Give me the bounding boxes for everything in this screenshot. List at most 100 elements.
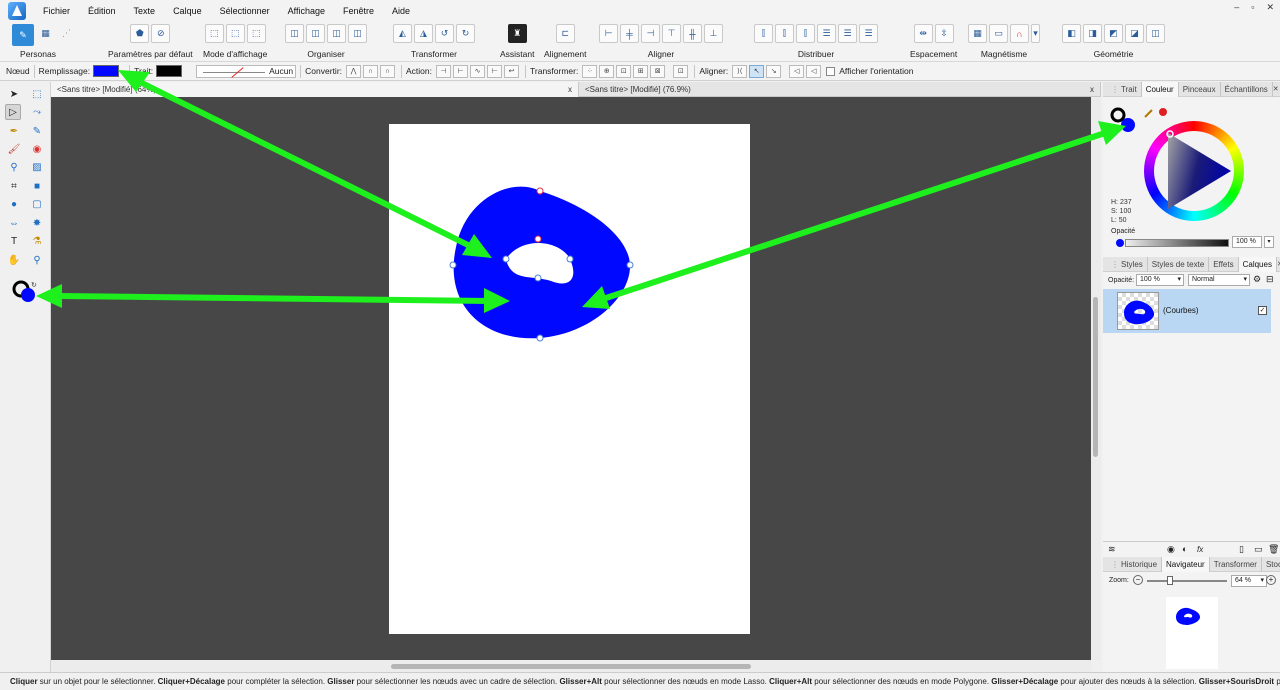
snapping-toggle-icon[interactable]: ▭ xyxy=(989,24,1008,43)
fx-icon[interactable]: fx xyxy=(1197,545,1203,554)
tab-couleur[interactable]: Couleur xyxy=(1141,81,1179,97)
snapping-grid-icon[interactable]: ▦ xyxy=(968,24,987,43)
document-tab-2-close-icon[interactable]: x xyxy=(1090,82,1094,97)
tab-historique[interactable]: Historique xyxy=(1117,556,1163,572)
rotate-right-icon[interactable]: ↻ xyxy=(456,24,475,43)
arrange-backward-icon[interactable]: ◫ xyxy=(306,24,325,43)
shape-tool-icon[interactable]: ✸ xyxy=(29,215,45,231)
flip-vertical-icon[interactable]: ◮ xyxy=(414,24,433,43)
canvas-area[interactable] xyxy=(51,97,1091,660)
arrange-front-icon[interactable]: ◫ xyxy=(348,24,367,43)
tab-transformer[interactable]: Transformer xyxy=(1210,556,1262,572)
eyedropper-icon[interactable] xyxy=(1143,106,1169,120)
panel-close-icon[interactable]: ✕ xyxy=(1273,85,1279,93)
convert-smart-icon[interactable]: ∩ xyxy=(380,64,396,78)
layer-opacity-select[interactable]: 100 % ▾ xyxy=(1136,274,1184,286)
transform-mode-4-icon[interactable]: ⊞ xyxy=(633,64,649,78)
arrange-forward-icon[interactable]: ◫ xyxy=(327,24,346,43)
geometry-add-icon[interactable]: ◧ xyxy=(1062,24,1081,43)
convert-smooth-icon[interactable]: ∩ xyxy=(363,64,379,78)
fill-stroke-swatch-icon[interactable]: ↻ xyxy=(11,279,39,307)
geometry-subtract-icon[interactable]: ◨ xyxy=(1083,24,1102,43)
layer-lock-icon[interactable]: ⊟ xyxy=(1266,274,1274,285)
distribute-3-icon[interactable]: ⫿ xyxy=(796,24,815,43)
crop-tool-icon[interactable]: ⌗ xyxy=(6,178,22,194)
spacing-vertical-icon[interactable]: ⇳ xyxy=(934,24,954,43)
transform-mode-2-icon[interactable]: ⊕ xyxy=(599,64,615,78)
distribute-5-icon[interactable]: ☰ xyxy=(838,24,857,43)
pixel-persona-icon[interactable]: ▦ xyxy=(36,24,55,43)
view-mode-2-icon[interactable]: ⬚ xyxy=(225,24,245,43)
mask-icon[interactable]: ◉ xyxy=(1167,544,1175,555)
geometry-xor-icon[interactable]: ◪ xyxy=(1125,24,1144,43)
distribute-1-icon[interactable]: ⫿ xyxy=(754,24,773,43)
tab-stock[interactable]: Stock xyxy=(1262,557,1280,572)
hand-tool-icon[interactable]: ✋ xyxy=(6,252,22,268)
snapping-magnet-icon[interactable]: ∩ xyxy=(1010,24,1029,43)
tab-styles[interactable]: Styles xyxy=(1117,256,1148,272)
horizontal-scrollbar[interactable] xyxy=(51,660,1091,672)
opacity-dropdown-icon[interactable]: ▾ xyxy=(1264,236,1274,248)
eyedropper-tool-icon[interactable]: ⚗ xyxy=(29,233,45,249)
trash-icon[interactable]: 🗑 xyxy=(1268,544,1279,555)
view-mode-1-icon[interactable]: ⬚ xyxy=(204,24,224,43)
orientation-1-icon[interactable]: ◁ xyxy=(789,64,805,78)
document-tab-2[interactable]: <Sans titre> [Modifié] (76.9%) x xyxy=(579,82,1101,97)
color-picker-wheel-icon[interactable]: ◉ xyxy=(29,141,45,157)
panel-grip-icon[interactable]: ⋮ xyxy=(1107,82,1119,97)
action-smooth-icon[interactable]: ∿ xyxy=(470,64,486,78)
navigator-preview[interactable] xyxy=(1166,597,1218,669)
menu-fenetre[interactable]: Fenêtre xyxy=(334,6,383,16)
align-bottom-icon[interactable]: ⊥ xyxy=(704,24,723,43)
align-right-icon[interactable]: ⊣ xyxy=(641,24,660,43)
menu-aide[interactable]: Aide xyxy=(383,6,419,16)
blend-mode-select[interactable]: Normal ▾ xyxy=(1188,274,1250,286)
align-nodes-2-icon[interactable]: ↖ xyxy=(749,64,765,78)
stroke-swatch[interactable] xyxy=(156,65,183,77)
pencil-tool-icon[interactable]: ✎ xyxy=(29,123,45,139)
layer-settings-gear-icon[interactable]: ⚙ xyxy=(1253,274,1261,285)
layers-stack-icon[interactable]: ≋ xyxy=(1108,544,1116,555)
duplicate-layer-icon[interactable]: ▭ xyxy=(1254,544,1263,555)
action-join-icon[interactable]: ⊢ xyxy=(487,64,503,78)
transparency-tool-icon[interactable]: ⇔ xyxy=(6,215,22,231)
menu-edition[interactable]: Édition xyxy=(79,6,125,16)
panel-fill-stroke-swatch-icon[interactable] xyxy=(1109,106,1135,132)
panel-grip-icon[interactable]: ⋮ xyxy=(1107,557,1119,572)
action-break-icon[interactable]: ⊣ xyxy=(436,64,452,78)
minimize-button[interactable]: – xyxy=(1234,2,1239,13)
transform-mode-5-icon[interactable]: ⊠ xyxy=(650,64,666,78)
sync-defaults-icon[interactable]: ⬟ xyxy=(130,24,150,43)
geometry-intersect-icon[interactable]: ◩ xyxy=(1104,24,1123,43)
pen-tool-icon[interactable]: ✒ xyxy=(6,123,22,139)
opacity-value-input[interactable]: 100 % xyxy=(1232,236,1262,248)
panel-grip-icon[interactable]: ⋮ xyxy=(1107,257,1119,272)
ellipse-tool-icon[interactable]: ● xyxy=(6,196,22,212)
menu-texte[interactable]: Texte xyxy=(125,6,165,16)
layer-row-courbes[interactable]: (Courbes) ✓ xyxy=(1103,289,1271,333)
transform-mode-6-icon[interactable]: ⊡ xyxy=(673,64,689,78)
opacity-slider[interactable] xyxy=(1125,239,1229,247)
menu-fichier[interactable]: Fichier xyxy=(34,6,79,16)
text-tool-icon[interactable]: T xyxy=(6,233,22,249)
geometry-divide-icon[interactable]: ◫ xyxy=(1146,24,1165,43)
zoom-in-button[interactable]: + xyxy=(1266,575,1276,585)
align-nodes-1-icon[interactable]: ⟩⟨ xyxy=(732,64,748,78)
point-transform-tool-icon[interactable]: ⤳ xyxy=(29,104,45,120)
document-tab-1-close-icon[interactable]: x xyxy=(568,82,572,97)
maximize-button[interactable]: ▫ xyxy=(1251,2,1254,13)
view-mode-3-icon[interactable]: ⬚ xyxy=(246,24,266,43)
align-center-icon[interactable]: ╪ xyxy=(620,24,639,43)
move-tool-icon[interactable]: ➤ xyxy=(6,86,22,102)
action-close-icon[interactable]: ⊢ xyxy=(453,64,469,78)
zoom-slider-thumb[interactable] xyxy=(1167,576,1173,585)
fill-tool-icon[interactable]: ⚲ xyxy=(6,159,22,175)
stroke-style-box[interactable]: Aucun xyxy=(196,64,297,78)
tab-calques[interactable]: Calques xyxy=(1238,256,1277,272)
show-orientation-checkbox[interactable] xyxy=(826,66,836,76)
adjustment-icon[interactable]: ◐ xyxy=(1182,544,1187,554)
flip-horizontal-icon[interactable]: ◭ xyxy=(393,24,412,43)
transform-mode-1-icon[interactable]: ⁘ xyxy=(582,64,598,78)
snapping-dropdown-icon[interactable]: ▾ xyxy=(1031,24,1040,43)
zoom-tool-icon[interactable]: ⚲ xyxy=(29,252,45,268)
